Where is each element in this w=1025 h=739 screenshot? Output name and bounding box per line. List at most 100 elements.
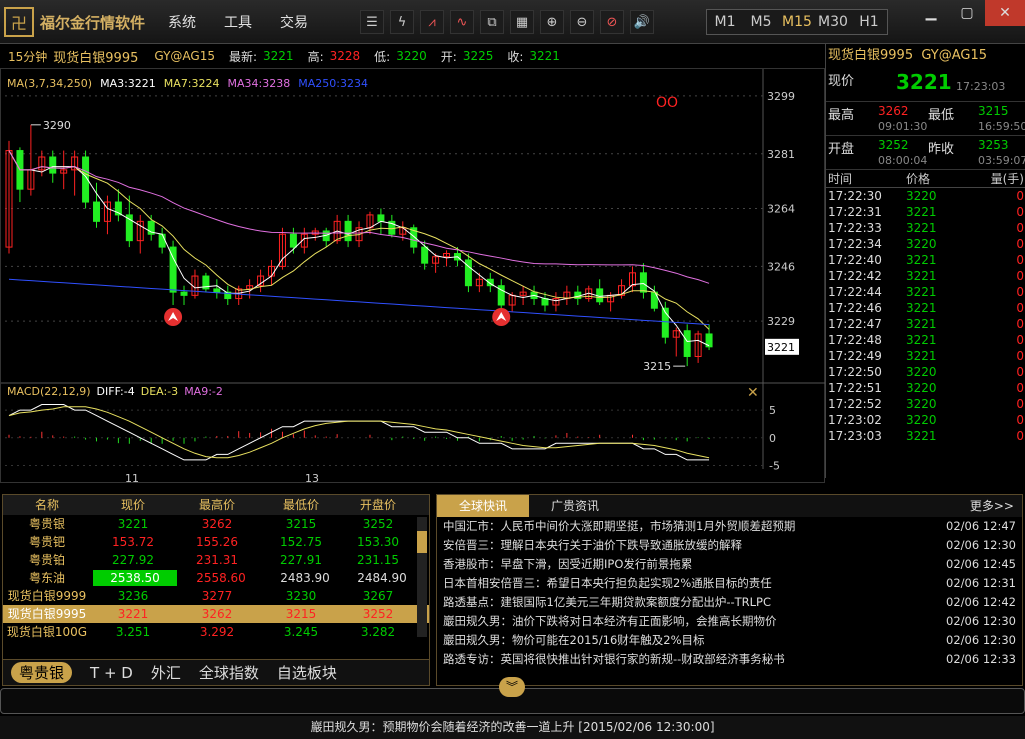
quote-row[interactable]: 粤贵钯 153.72 155.26 152.75 153.30 xyxy=(3,533,429,551)
logo-icon: 卍 xyxy=(4,7,34,37)
expand-chevron-icon[interactable]: ︾ xyxy=(499,677,525,697)
period-m1[interactable]: M1 xyxy=(707,10,743,34)
tick-time: 17:22:49 xyxy=(828,349,882,363)
chart-up-icon[interactable]: ⩘ xyxy=(420,10,444,34)
news-headline[interactable]: 巖田规久男：物价可能在2015/16财年触及2%目标 xyxy=(443,631,705,650)
quote-row[interactable]: 粤贵铂 227.92 231.31 227.91 231.15 xyxy=(3,551,429,569)
quotes-header: 名称 现价 最高价 最低价 开盘价 xyxy=(3,495,429,515)
menu-tools[interactable]: 工具 xyxy=(224,12,252,32)
detail-low-label: 最低 xyxy=(928,108,955,123)
news-headline[interactable]: 安倍晋三：理解日本央行关于油价下跌导致通胀放缓的解释 xyxy=(443,536,742,555)
quote-row[interactable]: 现货白银100G 3.251 3.292 3.245 3.282 xyxy=(3,623,429,641)
quote-low: 227.91 xyxy=(280,553,322,567)
tab-td[interactable]: T + D xyxy=(90,664,133,682)
news-time: 02/06 12:45 xyxy=(946,557,1016,571)
kline-chart[interactable]: 3299 3281 3264 3246 3229 3221 3290 3215 OO 5 0 -5 ✕ … xyxy=(0,68,826,485)
candle-body xyxy=(180,291,188,296)
tick-time: 17:22:31 xyxy=(828,205,882,219)
chart-line-icon[interactable]: ∿ xyxy=(450,10,474,34)
news-item[interactable]: 中国汇市：人民币中间价大涨即期坚挺，市场猜测1月外贸顺差超预期 02/06 12:… xyxy=(437,517,1022,536)
quote-row[interactable]: 现货白银9995 3221 3262 3215 3252 xyxy=(3,605,429,623)
zoom-out-icon[interactable]: ⊖ xyxy=(570,10,594,34)
tick-row: 17:22:44 3221 0 xyxy=(826,284,1025,300)
app-title: 福尔金行情软件 xyxy=(40,13,146,32)
tick-time: 17:22:34 xyxy=(828,237,882,251)
news-headline[interactable]: 香港股市：早盘下滑，因受近期IPO发行前景拖累 xyxy=(443,555,692,574)
tick-row: 17:22:48 3221 0 xyxy=(826,332,1025,348)
zoom-in-icon[interactable]: ⊕ xyxy=(540,10,564,34)
period-m15[interactable]: M15 xyxy=(779,10,815,34)
news-headline[interactable]: 中国汇市：人民币中间价大涨即期坚挺，市场猜测1月外贸顺差超预期 xyxy=(443,517,795,536)
tab-custom[interactable]: 自选板块 xyxy=(277,662,337,683)
news-panel: 全球快讯 广贵资讯 更多>> 中国汇市：人民币中间价大涨即期坚挺，市场猜测1月外… xyxy=(436,494,1023,686)
news-headline[interactable]: 路透基点：建银国际1亿美元三年期贷款案额度分配出炉--TRLPC xyxy=(443,593,771,612)
quote-open: 3252 xyxy=(362,607,394,621)
detail-code: GY@AG15 xyxy=(921,48,988,63)
candle-body xyxy=(464,259,472,287)
quote-name: 粤东油 xyxy=(28,571,65,585)
lightning-icon[interactable]: ϟ xyxy=(390,10,414,34)
period-m5[interactable]: M5 xyxy=(743,10,779,34)
menu-system[interactable]: 系统 xyxy=(168,12,196,32)
quote-price: 153.72 xyxy=(112,535,154,549)
chart-canvas[interactable]: 3299 3281 3264 3246 3229 3221 3290 3215 OO 5 0 -5 ✕ xyxy=(1,69,826,484)
sound-icon[interactable]: 🔊 xyxy=(630,10,654,34)
tab-yueguiyin[interactable]: 粤贵银 xyxy=(11,662,73,683)
news-headline[interactable]: 巖田规久男：油价下跌将对日本经济有正面影响，会推高长期物价 xyxy=(443,612,777,631)
macd-tick-label: -5 xyxy=(769,459,780,472)
macd-close-icon: ✕ xyxy=(747,385,759,401)
news-headline[interactable]: 路透专访：英国将很快推出针对银行家的新规--财政部经济事务秘书 xyxy=(443,650,785,669)
tick-row: 17:22:46 3221 0 xyxy=(826,300,1025,316)
news-item[interactable]: 安倍晋三：理解日本央行关于油价下跌导致通胀放缓的解释 02/06 12:30 xyxy=(437,536,1022,555)
quote-low: 3230 xyxy=(285,589,317,603)
tick-time: 17:22:30 xyxy=(828,189,882,203)
quotes-scrollbar[interactable] xyxy=(417,517,427,637)
quote-row[interactable]: 现货白银9999 3236 3277 3230 3267 xyxy=(3,587,429,605)
news-item[interactable]: 巖田规久男：油价下跌将对日本经济有正面影响，会推高长期物价 02/06 12:30 xyxy=(437,612,1022,631)
main-menu: 系统 工具 交易 xyxy=(168,12,308,32)
tick-volume: 0 xyxy=(1016,301,1024,315)
news-item[interactable]: 香港股市：早盘下滑，因受近期IPO发行前景拖累 02/06 12:45 xyxy=(437,555,1022,574)
windows-icon[interactable]: ⧉ xyxy=(480,10,504,34)
tab-guangui-news[interactable]: 广贵资讯 xyxy=(529,495,621,517)
news-more-link[interactable]: 更多>> xyxy=(962,495,1022,517)
detail-title: 现货白银9995 GY@AG15 xyxy=(826,44,1025,68)
clear-icon[interactable]: ⊘ xyxy=(600,10,624,34)
detail-high-time: 09:01:30 xyxy=(878,120,928,133)
period-selector: M1 M5 M15 M30 H1 xyxy=(706,9,888,35)
news-item[interactable]: 巖田规久男：物价可能在2015/16财年触及2%目标 02/06 12:30 xyxy=(437,631,1022,650)
minimize-icon[interactable]: ▁ xyxy=(913,0,949,26)
news-headline[interactable]: 日本首相安倍晋三：希望日本央行担负起实现2%通胀目标的责任 xyxy=(443,574,772,593)
tick-row: 17:22:52 3220 0 xyxy=(826,396,1025,412)
quotes-scroll-thumb[interactable] xyxy=(417,531,427,553)
maximize-icon[interactable]: ▢ xyxy=(949,0,985,26)
quote-name: 现货白银9995 xyxy=(7,607,87,621)
tab-global-news[interactable]: 全球快讯 xyxy=(437,495,530,517)
open-label: 开: xyxy=(440,49,457,64)
close-icon[interactable]: ✕ xyxy=(985,0,1025,26)
list-icon[interactable]: ☰ xyxy=(360,10,384,34)
ma3-line xyxy=(8,150,710,347)
candle-body xyxy=(49,156,57,174)
tab-forex[interactable]: 外汇 xyxy=(151,662,181,683)
tick-price: 3221 xyxy=(906,269,937,283)
open-value: 3225 xyxy=(462,49,494,63)
quote-open: 3252 xyxy=(362,517,394,531)
period-h1[interactable]: H1 xyxy=(851,10,887,34)
quote-row[interactable]: 粤东油 2538.50 2558.60 2483.90 2484.90 xyxy=(3,569,429,587)
news-time: 02/06 12:30 xyxy=(946,614,1016,628)
tick-price: 3221 xyxy=(906,221,937,235)
period-m30[interactable]: M30 xyxy=(815,10,851,34)
now-value: 3221 xyxy=(896,70,952,94)
tab-global-index[interactable]: 全球指数 xyxy=(199,662,259,683)
quote-row[interactable]: 粤贵银 3221 3262 3215 3252 xyxy=(3,515,429,533)
tick-list[interactable]: 17:22:30 3220 0 17:22:31 3221 0 17:22:33 3221 0 1… xyxy=(826,188,1025,444)
news-item[interactable]: 路透专访：英国将很快推出针对银行家的新规--财政部经济事务秘书 02/06 12:… xyxy=(437,650,1022,669)
diff-line xyxy=(8,404,710,461)
grid-icon[interactable]: ▦ xyxy=(510,10,534,34)
menu-trade[interactable]: 交易 xyxy=(280,12,308,32)
news-item[interactable]: 路透基点：建银国际1亿美元三年期贷款案额度分配出炉--TRLPC 02/06 12… xyxy=(437,593,1022,612)
quotes-header-high: 最高价 xyxy=(198,498,235,512)
news-item[interactable]: 日本首相安倍晋三：希望日本央行担负起实现2%通胀目标的责任 02/06 12:31 xyxy=(437,574,1022,593)
tick-price: 3221 xyxy=(906,285,937,299)
